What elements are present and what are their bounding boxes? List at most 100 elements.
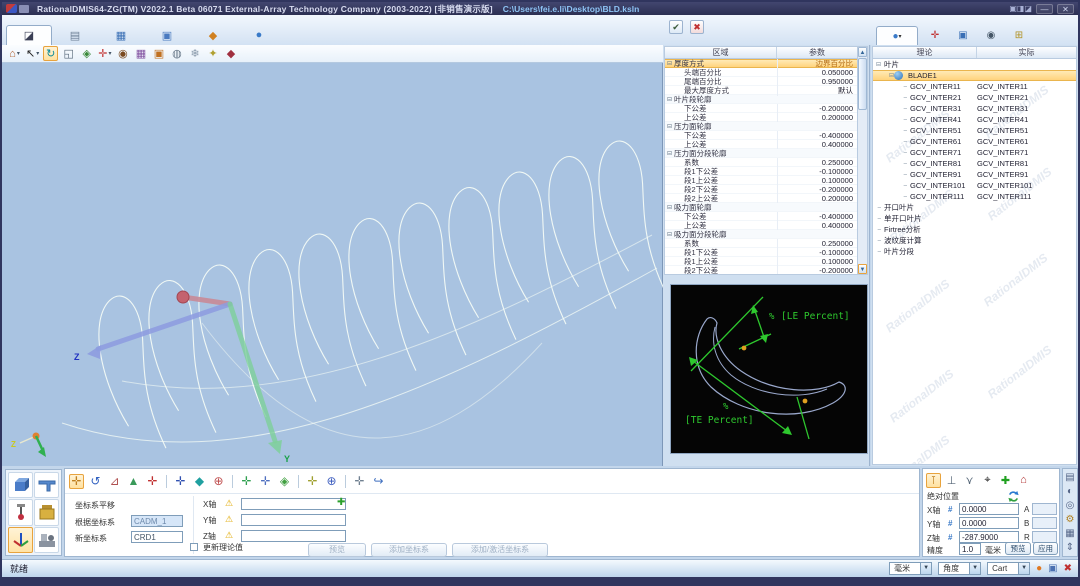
axes-tool-icon[interactable] [8,527,33,553]
grid-step-icon[interactable]: # [948,533,952,542]
zoom-window-icon[interactable]: ◱ [61,46,76,61]
gear-icon[interactable]: ⚙ [1064,513,1076,525]
tree-row[interactable]: –GCV_INTER11GCV_INTER11 [873,81,1076,92]
tree-row[interactable]: –开口叶片 [873,202,1076,213]
tree-row[interactable]: –GCV_INTER61GCV_INTER61 [873,136,1076,147]
tree-row[interactable]: –GCV_INTER91GCV_INTER91 [873,169,1076,180]
app-menu-icon[interactable] [19,5,29,13]
tab-tree[interactable]: ⊞ [1008,26,1030,45]
chevron-down-icon[interactable]: ▼ [969,563,980,574]
row-expander-icon[interactable]: ⊟ [665,60,674,67]
cs-translate-icon[interactable]: ✛ [69,474,84,489]
color-palette-icon[interactable]: ▦ [133,46,148,61]
gauge-tool-icon[interactable] [34,499,59,525]
row-expander-icon[interactable]: ⊟ [665,231,674,238]
position-value-input[interactable] [959,517,1019,529]
probe-straight-icon[interactable]: ⊺ [926,473,941,488]
tab-graphics[interactable]: ◆ [190,25,236,45]
position-preview-button[interactable]: 预览 [1005,542,1031,555]
dro-status-icon[interactable]: ✖ [1064,563,1072,574]
probe-tool-icon[interactable] [8,499,33,525]
cs-cad-icon[interactable]: ✛ [258,474,273,489]
cs-save-icon[interactable]: ✛ [305,474,320,489]
tab-window-view[interactable]: ▣ [952,26,974,45]
viewport-3d[interactable]: Z Y Z [2,63,663,466]
user-block-icon[interactable]: ◆ [223,46,238,61]
param-col-region[interactable]: 区域 [665,47,777,58]
z-offset-input[interactable] [241,530,346,542]
position-value-input[interactable] [959,503,1019,515]
rotate-view-icon[interactable]: ↻ [43,46,58,61]
joystick-icon[interactable]: ⌖ [980,473,995,488]
cursor-icon-dropdown[interactable]: ▾ [36,50,39,57]
source-cs-input[interactable] [131,515,183,527]
param-confirm-button[interactable]: ✔ [669,20,683,34]
tree-row[interactable]: –GCV_INTER81GCV_INTER81 [873,158,1076,169]
layout-icon[interactable]: ▣ [1009,4,1017,13]
tab-blade-sphere[interactable]: ● ▾ [876,26,918,45]
row-expander-icon[interactable]: ⊟ [665,123,674,130]
tree-row[interactable]: –GCV_INTER51GCV_INTER51 [873,125,1076,136]
tab-window[interactable]: ▦ [98,25,144,45]
home-icon[interactable]: ⌂▾ [7,46,22,61]
param-close-button[interactable]: ✖ [690,20,704,34]
axis-aux-input[interactable] [1032,517,1057,529]
layers-icon[interactable]: ▦ [1064,527,1076,539]
fit-view-icon[interactable]: ◈ [79,46,94,61]
cs-rps-icon[interactable]: ◈ [277,474,292,489]
minimize-button[interactable]: — [1036,4,1053,14]
axis-aux-input[interactable] [1032,503,1057,515]
y-offset-input[interactable] [241,514,346,526]
cs-plane-icon[interactable]: ▲ [126,474,141,489]
probe-star-icon[interactable]: ⋎ [962,473,977,488]
row-expander-icon[interactable]: ⊟ [665,150,674,157]
row-expander-icon[interactable]: ⊟ [665,96,674,103]
cube-tool-icon[interactable] [8,472,33,498]
close-button[interactable]: ✕ [1057,4,1074,14]
scroll-up-icon[interactable]: ▲ [858,47,867,57]
tree-col-actual[interactable]: 实际 [977,47,1076,58]
tree-row[interactable]: –Firtree分析 [873,224,1076,235]
angle-dropdown[interactable]: 角度▼ [938,562,981,575]
cylinder-icon[interactable]: ◍ [169,46,184,61]
lighting-icon[interactable]: ✦ [205,46,220,61]
precision-input[interactable] [959,543,981,555]
axes-view-icon-dropdown[interactable]: ▾ [108,50,111,57]
add-point-icon[interactable]: ✚ [337,497,345,508]
param-col-value[interactable]: 参数 [777,47,857,58]
update-theoretical-checkbox[interactable] [190,543,198,551]
tab-sphere[interactable]: ● [236,25,282,45]
x-offset-input[interactable] [241,498,346,510]
scroll-down-icon[interactable]: ▼ [858,264,867,274]
cs-rotate-icon[interactable]: ↺ [88,474,103,489]
notes-icon[interactable]: ▤ [1064,471,1076,483]
tree-row[interactable]: –GCV_INTER101GCV_INTER101 [873,180,1076,191]
caliper-tool-icon[interactable] [34,472,59,498]
texture-icon[interactable]: ▣ [151,46,166,61]
cs-bestfit-icon[interactable]: ✛ [239,474,254,489]
tool-status-icon[interactable]: ▣ [1048,563,1057,574]
cs-axis-icon[interactable]: ✛ [145,474,160,489]
tree-row[interactable]: ⊟BLADE1 [873,70,1076,81]
unit-dropdown[interactable]: 毫米▼ [889,562,932,575]
probe-home-icon[interactable]: ⌂ [1016,473,1031,488]
param-row[interactable]: 段2下公差-0.200000 [665,266,857,275]
magnifier-icon[interactable]: ◎ [1064,499,1076,511]
preview-button[interactable]: 预览 [308,543,366,557]
eye-view-icon[interactable]: ◉ [115,46,130,61]
tree-col-theoretical[interactable]: 理论 [873,47,977,58]
probe-t-icon[interactable]: ⊥ [944,473,959,488]
new-cs-input[interactable] [131,531,183,543]
machine-status-icon[interactable]: ● [1036,563,1042,574]
tab-axes[interactable]: ✛ [924,26,946,45]
cs-321-icon[interactable]: ⊿ [107,474,122,489]
probe-add-icon[interactable]: ✚ [998,473,1013,488]
cs-machine-icon[interactable]: ⊕ [324,474,339,489]
scroll-updown-icon[interactable]: ⇕ [1064,541,1076,553]
chevron-down-icon[interactable]: ▼ [920,563,931,574]
cs-world-icon[interactable]: ✛ [352,474,367,489]
probe-status-icon[interactable]: ◪ [1024,4,1032,13]
tree-row[interactable]: –GCV_INTER71GCV_INTER71 [873,147,1076,158]
cs-iterate-icon[interactable]: ⊕ [211,474,226,489]
cs-point-icon[interactable]: ✛ [173,474,188,489]
